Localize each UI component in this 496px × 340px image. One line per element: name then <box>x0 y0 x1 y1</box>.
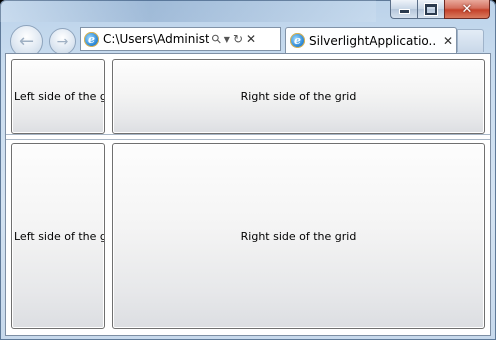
close-icon: ✕ <box>461 1 473 17</box>
window-controls: ✕ <box>390 0 490 20</box>
grid-cell-left[interactable]: Left side of the grid <box>11 143 105 329</box>
grid-cell-right[interactable]: Right side of the grid <box>112 143 485 329</box>
back-arrow-icon: ← <box>18 31 35 52</box>
stop-icon[interactable]: ✕ <box>246 32 256 46</box>
tab-title: SilverlightApplicatio... <box>309 33 437 48</box>
new-tab-button[interactable] <box>457 29 484 52</box>
close-window-button[interactable]: ✕ <box>444 0 490 19</box>
forward-button[interactable]: → <box>49 28 76 55</box>
cell-label: Right side of the grid <box>240 229 357 243</box>
cell-label: Right side of the grid <box>240 90 357 103</box>
page-content: Left side of the grid Right side of the … <box>5 53 491 336</box>
maximize-button[interactable] <box>417 0 444 19</box>
title-bar[interactable] <box>0 0 376 22</box>
grid-cell-left[interactable]: Left side of the grid <box>11 59 105 134</box>
refresh-icon[interactable]: ↻ <box>233 32 243 46</box>
ie-page-icon: e <box>84 31 99 47</box>
forward-arrow-icon: → <box>56 33 69 50</box>
tab-close-icon[interactable]: ✕ <box>443 34 453 48</box>
address-input[interactable]: C:\Users\Administ <box>103 32 209 46</box>
search-icon[interactable]: ⚲ <box>208 31 224 47</box>
minimize-icon <box>398 9 410 14</box>
maximize-icon <box>425 3 437 15</box>
minimize-button[interactable] <box>390 0 417 19</box>
cell-label: Left side of the grid <box>14 229 104 243</box>
chevron-down-icon[interactable]: ▼ <box>224 35 230 44</box>
cell-label: Left side of the grid <box>14 90 104 103</box>
grid-splitter[interactable] <box>6 134 490 140</box>
address-bar[interactable]: e C:\Users\Administ ⚲ ▼ ↻ ✕ <box>80 27 281 51</box>
grid-cell-right[interactable]: Right side of the grid <box>112 59 485 134</box>
tab-ie-icon: e <box>290 33 305 48</box>
browser-window: ✕ ← → e C:\Users\Administ ⚲ ▼ ↻ ✕ e Silv… <box>0 0 496 340</box>
browser-tab[interactable]: e SilverlightApplicatio... ✕ <box>285 27 457 53</box>
